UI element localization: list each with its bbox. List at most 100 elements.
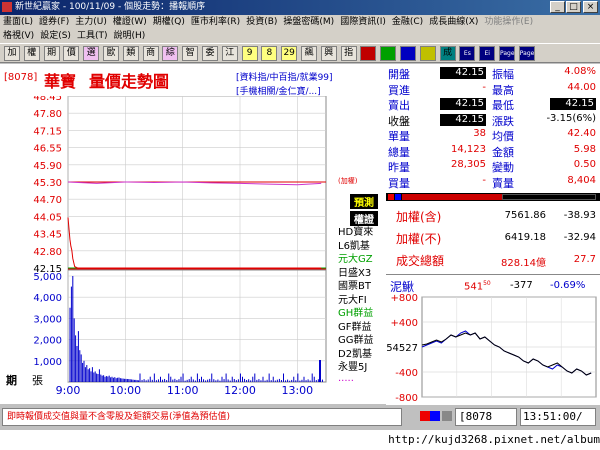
toolbar-button-6[interactable]: 類: [122, 46, 139, 61]
toolbar-button-1[interactable]: 權: [23, 46, 40, 61]
toolbar-button-15[interactable]: 飆: [301, 46, 317, 61]
weighted-note: (加權): [338, 177, 358, 185]
toolbar-button-21[interactable]: [419, 46, 436, 61]
toolbar-button-0[interactable]: 加: [4, 46, 20, 61]
volume-tick: 4,000: [33, 293, 62, 304]
toolbar-button-13[interactable]: 8: [261, 46, 278, 61]
maximize-button[interactable]: □: [566, 1, 581, 13]
quote-value-open: 42.15: [440, 67, 486, 79]
window-title: 新世紀贏家 - 100/11/09 - 個股走勢：播報順序: [15, 2, 206, 12]
toolbar-button-18[interactable]: [360, 46, 377, 61]
index-label-w_ex: 加權(不): [396, 232, 442, 246]
toolbar-button-25[interactable]: Page: [499, 46, 515, 61]
menu-item-5[interactable]: 匯市利率(R): [191, 17, 240, 27]
toolbar-button-24[interactable]: Ei: [479, 46, 496, 61]
warrant-item[interactable]: L6凱基: [338, 240, 386, 254]
menu-item-0[interactable]: 畫面(L): [3, 17, 33, 27]
menu-item-4[interactable]: 期權(Q): [153, 17, 185, 27]
volume-tick: 2,000: [33, 336, 62, 347]
index-value-w_ex: 6419.18: [504, 232, 546, 243]
toolbar-button-9[interactable]: 智: [182, 46, 199, 61]
warrant-item[interactable]: 元大GZ: [338, 253, 386, 267]
toolbar-button-26[interactable]: Page: [518, 46, 535, 61]
menu2-item-3[interactable]: 說明(H): [113, 31, 145, 41]
menu-item-11[interactable]: 功能操作(E): [484, 17, 533, 27]
warrant-item[interactable]: 國票BT: [338, 280, 386, 294]
warrant-header-forecast[interactable]: 預測: [350, 194, 378, 209]
code-input[interactable]: [8078: [455, 408, 517, 426]
quote-label-varia: 變動: [492, 161, 514, 174]
quote-label-buy: 買進: [388, 83, 410, 97]
quote-label-sv: 賣量: [492, 176, 514, 190]
warrant-item[interactable]: 永豐5J: [338, 361, 386, 375]
warrant-item[interactable]: ·····: [338, 375, 386, 389]
toolbar-button-10[interactable]: 委: [202, 46, 218, 61]
warrant-item[interactable]: 元大FI: [338, 294, 386, 308]
quote-value-amp: 4.08%: [564, 66, 596, 77]
warrant-header[interactable]: 權證: [350, 211, 378, 226]
price-volume-chart: 48.45 47.80 47.15 46.55 45.90 45.30 44.70 44.05…: [33, 96, 327, 397]
mini-axis-tick: +800: [391, 293, 418, 304]
warrant-item[interactable]: D2凱基: [338, 348, 386, 362]
index-label-amount: 成交總額: [396, 254, 445, 268]
quote-value-vol: 38: [473, 128, 486, 139]
close-button[interactable]: ×: [583, 1, 598, 13]
bid-ask-bar: [386, 193, 600, 201]
menu2-item-2[interactable]: 工具(T): [77, 31, 108, 41]
menu-item-10[interactable]: 成長曲線(X): [429, 17, 478, 27]
index-change-amount: 27.7: [573, 254, 596, 265]
price-tick: 47.15: [33, 126, 62, 137]
mini-axis-tick: -400: [395, 368, 418, 379]
toolbar-button-7[interactable]: 商: [142, 46, 159, 61]
menu-item-6[interactable]: 投資(B): [246, 17, 277, 27]
toolbar-button-12[interactable]: 9: [241, 46, 258, 61]
toolbar-button-22[interactable]: 成: [439, 46, 456, 61]
warrant-item[interactable]: HD寶來: [338, 226, 386, 240]
menu-item-8[interactable]: 國際資訊(I): [340, 17, 386, 27]
toolbar-button-11[interactable]: 江: [221, 46, 238, 61]
quote-value-change: -3.15(6%): [546, 112, 596, 124]
minimize-button[interactable]: _: [550, 1, 565, 13]
quote-label-amp: 振幅: [492, 68, 514, 81]
index-value-w_in: 7561.86: [504, 210, 546, 221]
menu-item-3[interactable]: 權證(W): [113, 17, 147, 27]
menu-item-1[interactable]: 證券(F): [39, 17, 69, 27]
toolbar-button-16[interactable]: 興: [320, 46, 337, 61]
quote-label-amount: 金額: [492, 145, 514, 159]
menu-item-7[interactable]: 操盤密碼(M): [283, 17, 334, 27]
index-label-w_in: 加權(含): [396, 210, 442, 224]
toolbar-button-5[interactable]: 歐: [103, 46, 119, 61]
mini-chart-panel: 泥鰍 54150 -377 -0.69% +800 +400 54527 -400 -8…: [386, 274, 600, 405]
time-tick: 9:00: [56, 384, 81, 397]
quote-label-total: 總量: [388, 145, 410, 159]
quote-label-avg: 均價: [492, 130, 514, 143]
menu2-item-0[interactable]: 格視(V): [3, 31, 34, 41]
toolbar-button-17[interactable]: 指: [340, 46, 357, 61]
warrant-item[interactable]: GH群益: [338, 307, 386, 321]
toolbar-button-3[interactable]: 價: [63, 46, 80, 61]
related-link-1[interactable]: [資料指/中百指/就業99]: [236, 70, 333, 83]
warrant-item[interactable]: GF群益: [338, 321, 386, 335]
quote-value-bv: -: [482, 174, 486, 186]
toolbar-button-23[interactable]: Es: [459, 46, 476, 61]
toolbar-button-14[interactable]: 29: [281, 46, 298, 61]
quote-label-bv: 買量: [388, 176, 410, 190]
index-change-w_in: -38.93: [563, 210, 596, 221]
toolbar-button-20[interactable]: [400, 46, 416, 61]
toolbar-button-2[interactable]: 期: [43, 46, 60, 61]
volume-label-unit: 張: [32, 374, 43, 387]
menu-item-9[interactable]: 金融(C): [392, 17, 423, 27]
toolbar-button-8[interactable]: 綜: [162, 46, 179, 61]
quote-value-low: 42.15: [550, 98, 596, 110]
quote-value-yest: 28,305: [451, 159, 486, 170]
index-panel: 加權(含) 7561.86 -38.93 加權(不) 6419.18 -32.94 成交總額…: [386, 202, 600, 272]
menu2-item-1[interactable]: 設定(S): [40, 31, 71, 41]
menu-item-2[interactable]: 主力(U): [75, 17, 107, 27]
toolbar-button-4[interactable]: 選: [83, 46, 100, 61]
warrant-item[interactable]: GG群益: [338, 334, 386, 348]
toolbar-button-19[interactable]: [380, 46, 397, 61]
time-tick: 10:00: [109, 384, 141, 397]
time-tick: 12:00: [224, 384, 256, 397]
warrant-item[interactable]: 日盛X3: [338, 267, 386, 281]
time-tick: 11:00: [167, 384, 199, 397]
